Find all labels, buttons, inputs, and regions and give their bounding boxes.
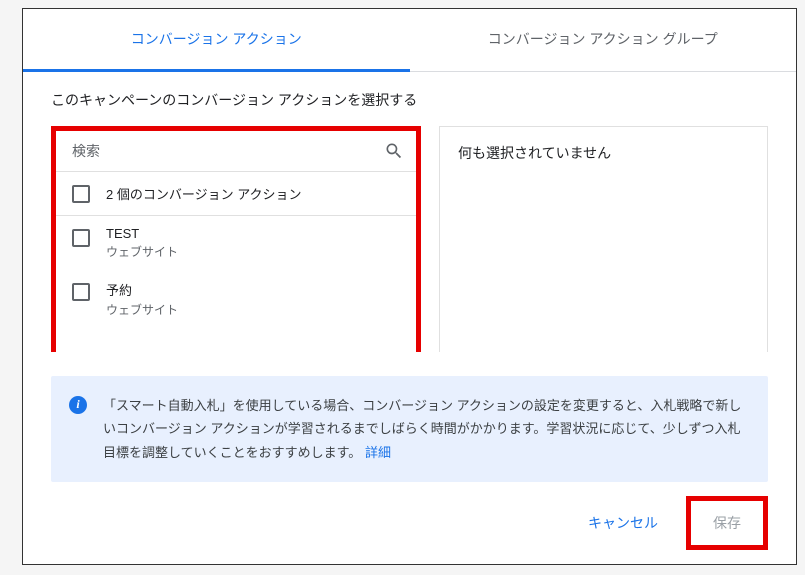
- select-all-label: 2 個のコンバージョン アクション: [106, 184, 302, 203]
- tab-bar: コンバージョン アクション コンバージョン アクション グループ: [23, 9, 796, 72]
- search-icon[interactable]: [384, 141, 404, 161]
- item-checkbox[interactable]: [72, 229, 90, 247]
- dialog-footer: キャンセル 保存: [23, 482, 796, 564]
- cancel-button[interactable]: キャンセル: [580, 507, 666, 539]
- tab-conversion-actions[interactable]: コンバージョン アクション: [23, 9, 410, 72]
- select-all-row[interactable]: 2 個のコンバージョン アクション: [56, 172, 416, 216]
- dialog-content: このキャンペーンのコンバージョン アクションを選択する 2 個のコンバージョン …: [23, 72, 796, 352]
- item-name: 予約: [106, 280, 178, 299]
- selected-actions-panel: 何も選択されていません: [439, 126, 768, 352]
- save-button[interactable]: 保存: [701, 507, 753, 539]
- select-all-checkbox[interactable]: [72, 185, 90, 203]
- tab-conversion-action-groups[interactable]: コンバージョン アクション グループ: [410, 9, 797, 71]
- item-sub: ウェブサイト: [106, 301, 178, 318]
- list-item[interactable]: 予約 ウェブサイト: [56, 270, 416, 328]
- info-link[interactable]: 詳細: [365, 445, 391, 460]
- search-input[interactable]: [72, 143, 384, 159]
- empty-state-text: 何も選択されていません: [458, 145, 611, 161]
- headline: このキャンペーンのコンバージョン アクションを選択する: [51, 90, 768, 110]
- item-sub: ウェブサイト: [106, 243, 178, 260]
- item-checkbox[interactable]: [72, 283, 90, 301]
- save-highlight: 保存: [686, 496, 768, 550]
- selection-columns: 2 個のコンバージョン アクション TEST ウェブサイト 予約 ウェブサイト: [51, 126, 768, 352]
- info-text: 「スマート自動入札」を使用している場合、コンバージョン アクションの設定を変更す…: [103, 394, 744, 464]
- info-icon: i: [69, 396, 87, 414]
- item-name: TEST: [106, 226, 178, 241]
- search-row: [56, 131, 416, 172]
- available-actions-panel: 2 個のコンバージョン アクション TEST ウェブサイト 予約 ウェブサイト: [51, 126, 421, 352]
- conversion-action-dialog: コンバージョン アクション コンバージョン アクション グループ このキャンペー…: [22, 8, 797, 565]
- list-item[interactable]: TEST ウェブサイト: [56, 216, 416, 270]
- info-box: i 「スマート自動入札」を使用している場合、コンバージョン アクションの設定を変…: [51, 376, 768, 482]
